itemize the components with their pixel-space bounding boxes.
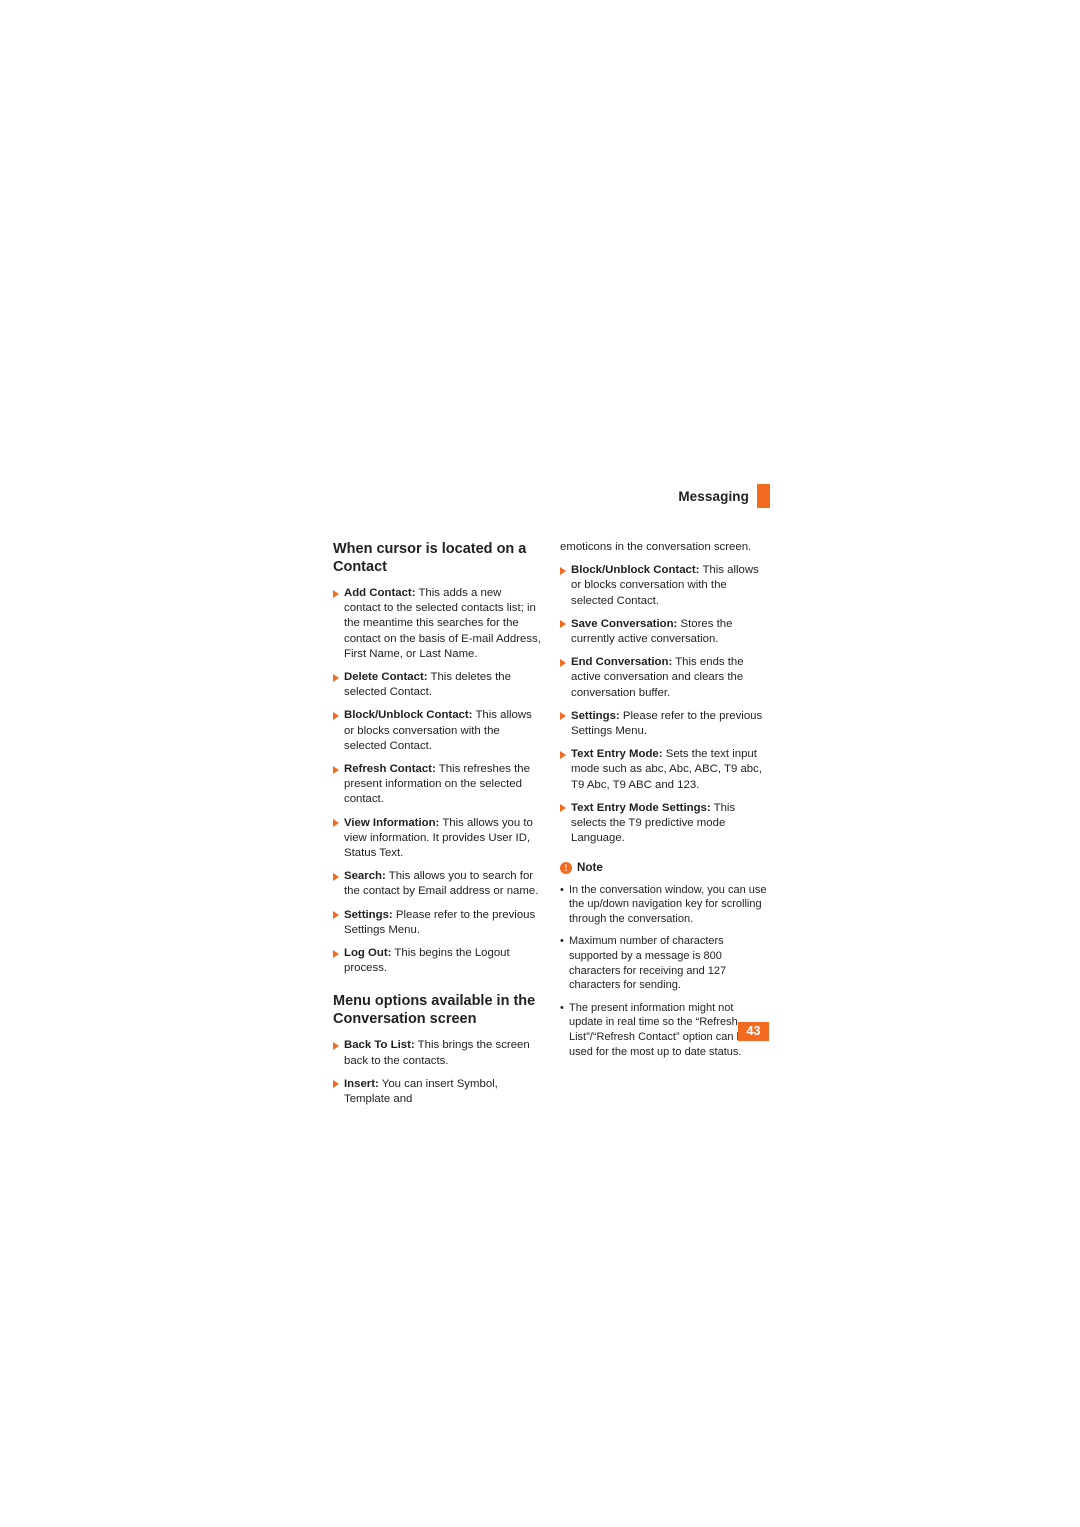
triangle-bullet-icon [333, 673, 339, 682]
triangle-bullet-icon [333, 819, 339, 828]
list-item: Back To List: This brings the screen bac… [333, 1038, 541, 1068]
note-list-item: • In the conversation window, you can us… [560, 883, 768, 927]
triangle-bullet-icon [560, 712, 566, 721]
note-item-text: The present information might not update… [569, 1001, 749, 1058]
list-item-term: End Conversation: [571, 656, 673, 669]
list-item-term: Insert: [344, 1077, 379, 1090]
right-column: emoticons in the conversation screen. Bl… [560, 540, 768, 1067]
triangle-bullet-icon [333, 872, 339, 881]
page-header: Messaging [560, 484, 770, 508]
list-item-term: Add Contact: [344, 587, 416, 599]
list-item: Refresh Contact: This refreshes the pres… [333, 762, 541, 808]
note-list-item: • Maximum number of characters supported… [560, 934, 768, 992]
triangle-bullet-icon [333, 1041, 339, 1050]
list-item-term: Search: [344, 870, 386, 883]
bullet-dot-icon: • [560, 883, 564, 896]
list-item-term: Back To List: [344, 1039, 415, 1052]
list-item: End Conversation: This ends the active c… [560, 655, 768, 701]
header-accent-bar [757, 484, 770, 508]
triangle-bullet-icon [333, 765, 339, 774]
note-label: Note [577, 861, 603, 875]
list-item-term: Text Entry Mode Settings: [571, 801, 711, 814]
triangle-bullet-icon [333, 911, 339, 920]
list-item: Add Contact: This adds a new contact to … [333, 586, 541, 662]
page-number: 43 [738, 1022, 769, 1041]
list-item-term: Text Entry Mode: [571, 748, 663, 761]
note-header: ! Note [560, 860, 768, 875]
triangle-bullet-icon [333, 1080, 339, 1089]
triangle-bullet-icon [560, 750, 566, 759]
list-item-term: View Information: [344, 816, 440, 829]
note-item-text: In the conversation window, you can use … [569, 883, 767, 925]
list-item: Save Conversation: Stores the currently … [560, 617, 768, 647]
manual-page: Messaging When cursor is located on a Co… [0, 0, 1080, 1527]
bullet-dot-icon: • [560, 1001, 564, 1014]
list-item: Log Out: This begins the Logout process. [333, 946, 541, 976]
list-item: Block/Unblock Contact: This allows or bl… [560, 563, 768, 609]
section-title-cursor-contact: When cursor is located on a Contact [333, 541, 527, 575]
list-item-term: Log Out: [344, 947, 392, 960]
list-item: Delete Contact: This deletes the selecte… [333, 670, 541, 700]
triangle-bullet-icon [333, 949, 339, 958]
list-item: Text Entry Mode: Sets the text input mod… [560, 747, 768, 793]
list-item: View Information: This allows you to vie… [333, 816, 541, 862]
info-icon: ! [560, 862, 572, 875]
bullet-dot-icon: • [560, 935, 564, 948]
list-item-term: Delete Contact: [344, 671, 428, 684]
triangle-bullet-icon [560, 620, 566, 629]
triangle-bullet-icon [333, 711, 339, 720]
triangle-bullet-icon [333, 589, 339, 598]
triangle-bullet-icon [560, 566, 566, 575]
triangle-bullet-icon [560, 658, 566, 667]
list-item: Settings: Please refer to the previous S… [560, 709, 768, 739]
left-column: When cursor is located on a Contact Add … [333, 540, 541, 1115]
list-item-term: Settings: [344, 908, 393, 921]
note-list-item: • The present information might not upda… [560, 1001, 768, 1059]
list-item: Settings: Please refer to the previous S… [333, 908, 541, 938]
list-item: Search: This allows you to search for th… [333, 869, 541, 899]
list-item-term: Refresh Contact: [344, 763, 436, 776]
list-item-term: Block/Unblock Contact: [571, 564, 700, 577]
list-item-term: Settings: [571, 709, 620, 722]
header-title: Messaging [678, 488, 749, 504]
list-item-term: Block/Unblock Contact: [344, 709, 473, 722]
section-title-conversation-menu: Menu options available in the Conversati… [333, 993, 536, 1028]
list-item: Block/Unblock Contact: This allows or bl… [333, 708, 541, 754]
list-item: Text Entry Mode Settings: This selects t… [560, 801, 768, 847]
list-item: Insert: You can insert Symbol, Template … [333, 1077, 541, 1107]
note-item-text: Maximum number of characters supported b… [569, 935, 727, 992]
continuation-text: emoticons in the conversation screen. [560, 541, 752, 553]
list-item-term: Save Conversation: [571, 617, 678, 630]
triangle-bullet-icon [560, 804, 566, 813]
